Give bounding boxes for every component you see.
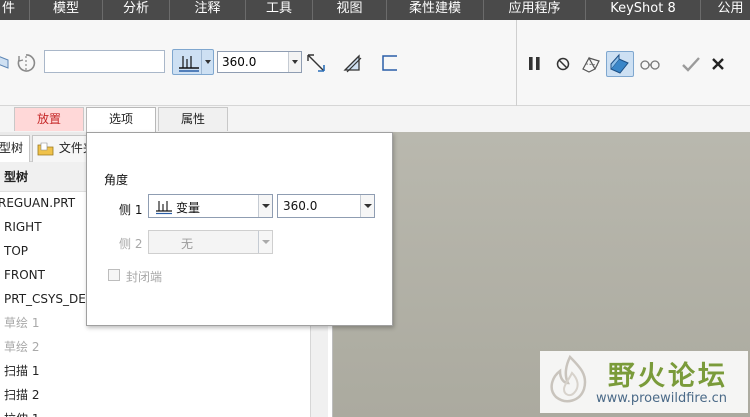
capped-ends-checkbox[interactable] [108,269,120,281]
tab-options[interactable]: 选项 [86,107,156,133]
chevron-down-icon[interactable] [288,52,301,72]
capped-ends-label: 封闭端 [126,270,163,284]
side2-label: 侧 2 [119,237,143,251]
watermark-title: 野火论坛 [608,361,728,392]
depth-value-combo[interactable]: 360.0 [217,51,302,73]
tab-model[interactable]: 模型 [30,0,103,20]
tree-item[interactable]: 扫描 1 [4,361,39,381]
side1-type-value: 变量 [176,201,201,215]
flame-logo-icon [544,353,596,412]
verify-glasses-icon[interactable] [639,53,661,75]
tree-item[interactable]: 扫描 2 [4,385,39,405]
tab-flexible-modeling[interactable]: 柔性建模 [387,0,484,20]
angle-section-title: 角度 [104,173,129,187]
ribbon-tab-bar: 件 模型 分析 注释 工具 视图 柔性建模 应用程序 KeyShot 8 公用 [0,0,750,20]
tree-item[interactable]: PRT_CSYS_DEF [4,289,93,309]
side2-type-value: 无 [181,237,194,251]
depth-variable-icon [155,197,173,218]
pause-icon[interactable] [524,53,546,75]
side1-type-select[interactable]: 变量 [148,194,273,218]
cancel-icon[interactable] [708,53,730,75]
tab-model-tree[interactable]: 型树 [0,135,30,162]
tab-file[interactable]: 件 [0,0,30,20]
tree-item[interactable]: 拉伸 1 [4,409,39,417]
tab-placement[interactable]: 放置 [14,107,84,131]
side1-label: 侧 1 [119,203,143,217]
chevron-down-icon[interactable] [201,50,213,74]
tree-tab-label: 型树 [0,141,24,155]
chevron-down-icon[interactable] [360,195,374,217]
tab-common[interactable]: 公用 [701,0,750,20]
geometry-preview-icon[interactable] [580,53,602,75]
forum-watermark: 野火论坛 www.proewildfire.cn [540,351,748,413]
tree-item[interactable]: 草绘 1 [4,313,39,333]
remove-material-icon[interactable] [379,52,401,74]
tree-item[interactable]: RIGHT [4,217,42,237]
side1-value-combo[interactable]: 360.0 [277,194,375,218]
depth-value: 360.0 [222,55,257,69]
tab-tools[interactable]: 工具 [246,0,313,20]
tree-item[interactable]: TOP [4,241,28,261]
tree-item[interactable]: FRONT [4,265,45,285]
tab-annotate[interactable]: 注释 [170,0,246,20]
side1-value: 360.0 [283,199,318,213]
options-panel: 角度 侧 1 变量 360.0 侧 2 无 封闭端 [86,132,393,326]
rotate-icon[interactable] [15,52,37,74]
confirm-icon[interactable] [680,53,702,75]
tab-applications[interactable]: 应用程序 [484,0,586,20]
tab-analysis[interactable]: 分析 [103,0,170,20]
tree-item[interactable]: 草绘 2 [4,337,39,357]
tree-item[interactable]: REGUAN.PRT [0,193,75,213]
side2-type-select[interactable]: 无 [148,230,273,254]
dashboard-slideup-tabs: 放置 选项 属性 [0,106,750,133]
axis-reference-field[interactable] [44,50,165,73]
tab-keyshot[interactable]: KeyShot 8 [586,0,701,20]
depth-variable-icon[interactable] [172,49,214,75]
chevron-down-icon[interactable] [258,231,272,253]
toolbar-separator [516,20,517,106]
folder-icon [37,141,55,157]
revolve-dashboard: 360.0 [0,20,750,106]
tab-view[interactable]: 视图 [313,0,387,20]
chevron-down-icon[interactable] [258,195,272,217]
thicken-icon[interactable] [341,52,363,74]
watermark-url: www.proewildfire.cn [596,391,727,406]
tab-properties[interactable]: 属性 [158,107,228,131]
no-preview-icon[interactable] [553,53,575,75]
feature-preview-icon[interactable] [606,51,634,77]
flip-direction-icon[interactable] [305,52,327,74]
